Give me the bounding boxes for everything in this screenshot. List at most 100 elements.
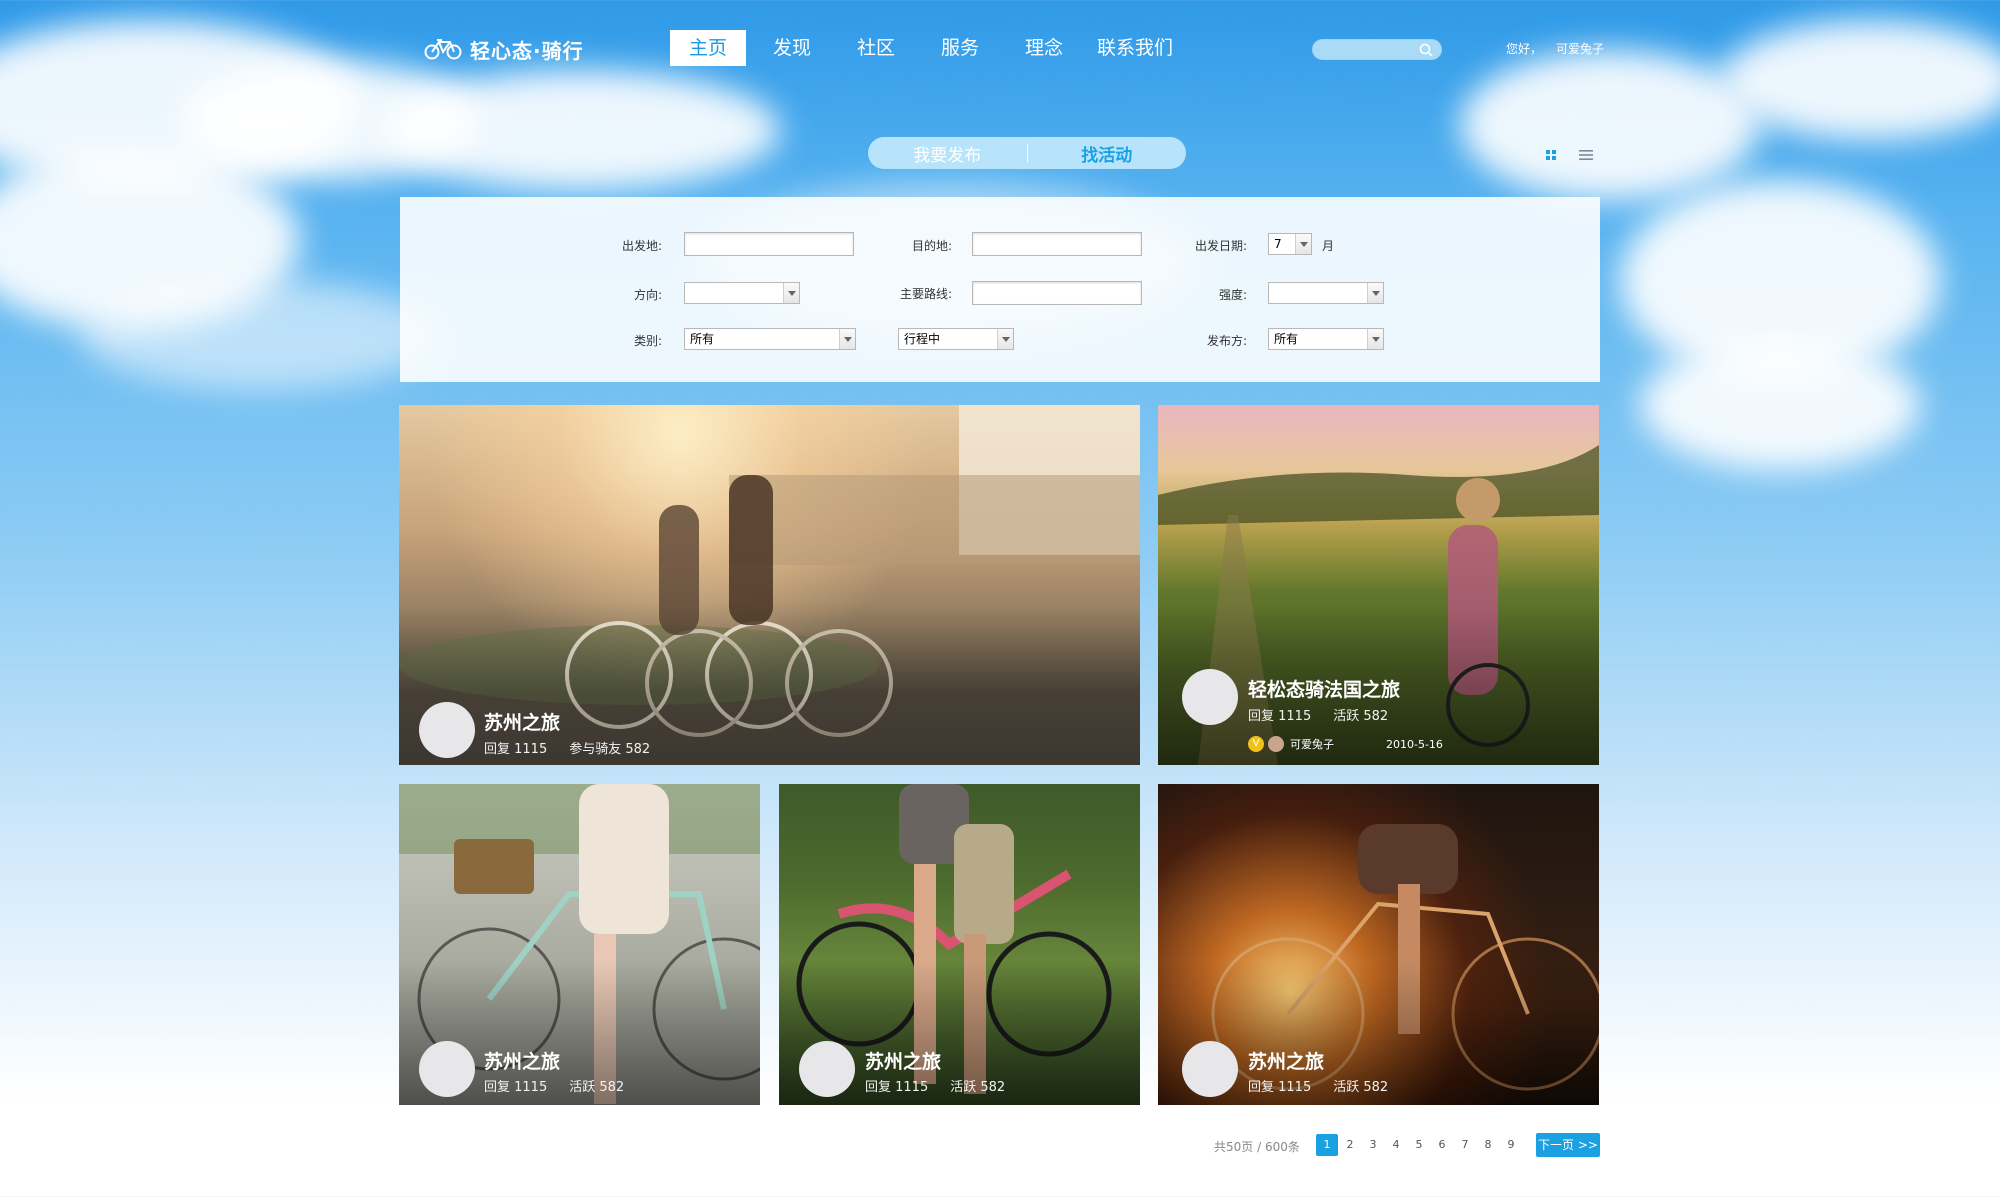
reply-count: 回复 1115 [1248, 1080, 1312, 1095]
chevron-down-icon [1295, 234, 1311, 254]
card-title: 苏州之旅 [484, 712, 561, 734]
activity-card[interactable]: 苏州之旅 回复 1115 活跃 582 [399, 784, 760, 1105]
author-avatar[interactable] [1268, 736, 1284, 752]
active-count: 活跃 582 [1333, 1080, 1389, 1095]
page-link[interactable]: 5 [1408, 1134, 1430, 1156]
site-logo[interactable]: 轻心态·骑行 [424, 34, 584, 64]
nav-community[interactable]: 社区 [838, 30, 914, 66]
find-activity-tab[interactable]: 找活动 [1028, 141, 1187, 166]
active-count: 活跃 582 [950, 1080, 1006, 1095]
author-name[interactable]: 可爱兔子 [1290, 736, 1334, 752]
avatar[interactable] [799, 1041, 855, 1097]
departure-label: 出发地: [621, 239, 662, 253]
search-input[interactable] [1313, 41, 1413, 61]
nav-home[interactable]: 主页 [670, 30, 746, 66]
main-route-label: 主要路线: [899, 287, 952, 301]
avatar[interactable] [419, 1041, 475, 1097]
activity-card[interactable]: 轻松态骑法国之旅 回复 1115 活跃 582 V 可爱兔子 2010-5-16 [1158, 405, 1599, 765]
user-greeting: 您好， 可爱兔子 [1506, 40, 1604, 57]
list-view-icon[interactable] [1579, 149, 1593, 161]
cloud-decoration [1640, 340, 1920, 470]
card-stats: 回复 1115 活跃 582 [865, 1076, 1027, 1095]
month-select[interactable]: 7 [1268, 233, 1312, 255]
next-page-button[interactable]: 下一页 >> [1536, 1133, 1600, 1157]
page-link[interactable]: 7 [1454, 1134, 1476, 1156]
cloud-decoration [380, 70, 780, 190]
search-box [1312, 39, 1442, 61]
page-link[interactable]: 8 [1477, 1134, 1499, 1156]
activity-card[interactable]: 苏州之旅 回复 1115 参与骑友 582 [399, 405, 1140, 765]
mode-toggle: 我要发布 找活动 [868, 137, 1186, 169]
activity-card[interactable]: 苏州之旅 回复 1115 活跃 582 [779, 784, 1140, 1105]
chevron-down-icon [1367, 329, 1383, 349]
page-link[interactable]: 9 [1500, 1134, 1522, 1156]
direction-select[interactable] [684, 282, 800, 304]
page-link[interactable]: 1 [1316, 1134, 1338, 1156]
publisher-label: 发布方: [1206, 334, 1247, 348]
avatar[interactable] [419, 702, 475, 758]
grid-view-icon[interactable] [1545, 149, 1557, 161]
reply-count: 回复 1115 [865, 1080, 929, 1095]
card-stats: 回复 1115 活跃 582 [1248, 1076, 1410, 1095]
active-count: 活跃 582 [1333, 709, 1389, 724]
publish-tab[interactable]: 我要发布 [868, 141, 1027, 166]
reply-count: 回复 1115 [1248, 709, 1312, 724]
card-meta: V 可爱兔子 2010-5-16 [1248, 736, 1443, 752]
destination-input[interactable] [972, 232, 1142, 256]
cloud-decoration [1460, 50, 1760, 200]
intensity-select[interactable] [1268, 282, 1384, 304]
logo-text: 轻心态·骑行 [470, 38, 584, 63]
nav-service[interactable]: 服务 [922, 30, 998, 66]
card-stats: 回复 1115 活跃 582 [484, 1076, 646, 1095]
card-stats: 回复 1115 活跃 582 [1248, 705, 1410, 724]
bicycle-icon [424, 39, 462, 60]
nav-discover[interactable]: 发现 [754, 30, 830, 66]
page-summary: 共50页 / 600条 [1214, 1140, 1300, 1154]
main-route-input[interactable] [972, 281, 1142, 305]
cloud-decoration [1720, 20, 2000, 140]
status-value: 行程中 [904, 332, 941, 346]
destination-label: 目的地: [911, 239, 952, 253]
page-link[interactable]: 6 [1431, 1134, 1453, 1156]
departure-input[interactable] [684, 232, 854, 256]
reply-count: 回复 1115 [484, 1080, 548, 1095]
nav-philosophy[interactable]: 理念 [1006, 30, 1082, 66]
cloud-decoration [80, 280, 440, 390]
page-link[interactable]: 4 [1385, 1134, 1407, 1156]
card-title: 苏州之旅 [865, 1051, 942, 1073]
page-link[interactable]: 2 [1339, 1134, 1361, 1156]
pagination: 1 2 3 4 5 6 7 8 9 [1316, 1134, 1523, 1156]
page-link[interactable]: 3 [1362, 1134, 1384, 1156]
month-unit: 月 [1322, 239, 1335, 253]
category-select[interactable]: 所有 [684, 328, 856, 350]
card-title: 苏州之旅 [484, 1051, 561, 1073]
card-title: 轻松态骑法国之旅 [1248, 679, 1401, 701]
status-select[interactable]: 行程中 [898, 328, 1014, 350]
nav-contact[interactable]: 联系我们 [1090, 30, 1180, 66]
activity-card[interactable]: 苏州之旅 回复 1115 活跃 582 [1158, 784, 1599, 1105]
publisher-value: 所有 [1274, 332, 1299, 346]
card-title: 苏州之旅 [1248, 1051, 1325, 1073]
participant-count: 参与骑友 582 [569, 742, 651, 757]
post-date: 2010-5-16 [1386, 737, 1443, 751]
search-icon[interactable] [1419, 43, 1433, 57]
verified-badge: V [1248, 736, 1264, 752]
avatar[interactable] [1182, 1041, 1238, 1097]
avatar[interactable] [1182, 669, 1238, 725]
chevron-down-icon [1367, 283, 1383, 303]
intensity-label: 强度: [1218, 288, 1247, 302]
direction-label: 方向: [633, 288, 662, 302]
month-value: 7 [1274, 237, 1282, 251]
category-value: 所有 [690, 332, 715, 346]
chevron-down-icon [839, 329, 855, 349]
chevron-down-icon [783, 283, 799, 303]
username-link[interactable]: 可爱兔子 [1556, 42, 1604, 56]
publisher-select[interactable]: 所有 [1268, 328, 1384, 350]
card-stats: 回复 1115 参与骑友 582 [484, 738, 672, 757]
departure-date-label: 出发日期: [1194, 239, 1247, 253]
filter-panel: 出发地: 目的地: 出发日期: 7 月 方向: 主要路线: 强度: 类别: 所有… [400, 197, 1600, 382]
main-nav: 主页 发现 社区 服务 理念 联系我们 [670, 30, 1188, 66]
active-count: 活跃 582 [569, 1080, 625, 1095]
category-label: 类别: [633, 334, 662, 348]
greeting-text: 您好， [1506, 42, 1543, 56]
